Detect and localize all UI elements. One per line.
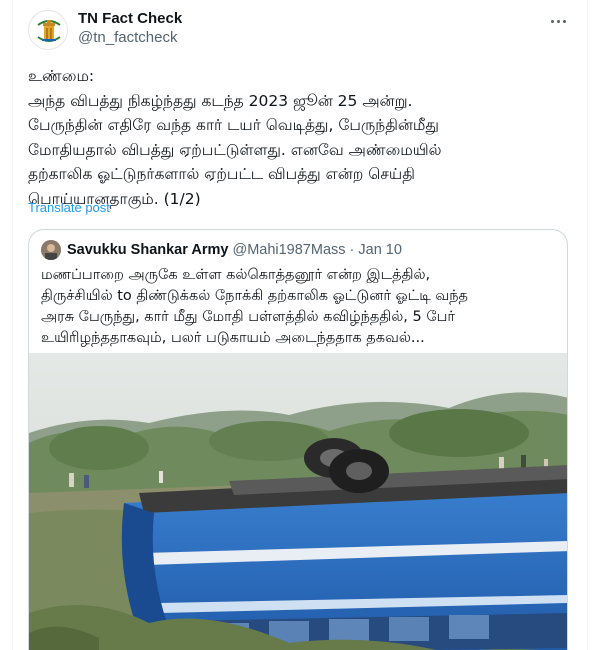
- tn-emblem-icon[interactable]: [28, 10, 68, 50]
- quoted-text-line: மணப்பாறை அருகே உள்ள கல்கொத்தனூர் என்ற இட…: [41, 267, 431, 283]
- quoted-post-text: மணப்பாறை அருகே உள்ள கல்கொத்தனூர் என்ற இட…: [41, 265, 561, 349]
- post-text-line: தற்காலிக ஓட்டுநர்களால் ஏற்பட்ட விபத்து எ…: [28, 165, 415, 183]
- separator-dot: ·: [349, 242, 355, 258]
- author-display-name[interactable]: TN Fact Check: [78, 10, 182, 28]
- post-text-line: உண்மை:: [28, 67, 95, 85]
- post-text: உண்மை: அந்த விபத்து நிகழ்ந்தது கடந்த 202…: [28, 64, 568, 211]
- quoted-post-date[interactable]: Jan 10: [358, 242, 402, 258]
- quoted-post-header: Savukku Shankar Army @Mahi1987Mass · Jan…: [41, 240, 402, 260]
- overturned-bus-photo[interactable]: [29, 353, 567, 650]
- more-horizontal-icon[interactable]: [546, 12, 570, 30]
- quoted-text-line: அரசு பேருந்து, கார் மீது மோதி பள்ளத்தில்…: [41, 309, 455, 325]
- author-handle[interactable]: @tn_factcheck: [78, 28, 182, 48]
- quoted-author-avatar[interactable]: [41, 240, 61, 260]
- quoted-author-name[interactable]: Savukku Shankar Army: [67, 242, 228, 258]
- post-text-line: அந்த விபத்து நிகழ்ந்தது கடந்த 2023 ஜூன் …: [28, 91, 413, 110]
- quoted-text-line: திருச்சியில் to திண்டுக்கல் நோக்கி தற்கா…: [41, 288, 468, 304]
- post-text-line: மோதியதால் விபத்து ஏற்பட்டுள்ளது. எனவே அண…: [28, 140, 442, 159]
- quoted-text-line: உயிரிழந்ததாகவும், பலர் படுகாயம் அடைந்ததா…: [41, 330, 425, 346]
- quoted-post-card[interactable]: Savukku Shankar Army @Mahi1987Mass · Jan…: [28, 229, 568, 650]
- post-header: TN Fact Check @tn_factcheck: [28, 10, 588, 50]
- translate-post-link[interactable]: Translate post: [28, 200, 110, 215]
- quoted-author-handle[interactable]: @Mahi1987Mass: [232, 242, 345, 258]
- post-text-line: பேருந்தின் எதிரே வந்த கார் டயர் வெடித்து…: [28, 116, 439, 134]
